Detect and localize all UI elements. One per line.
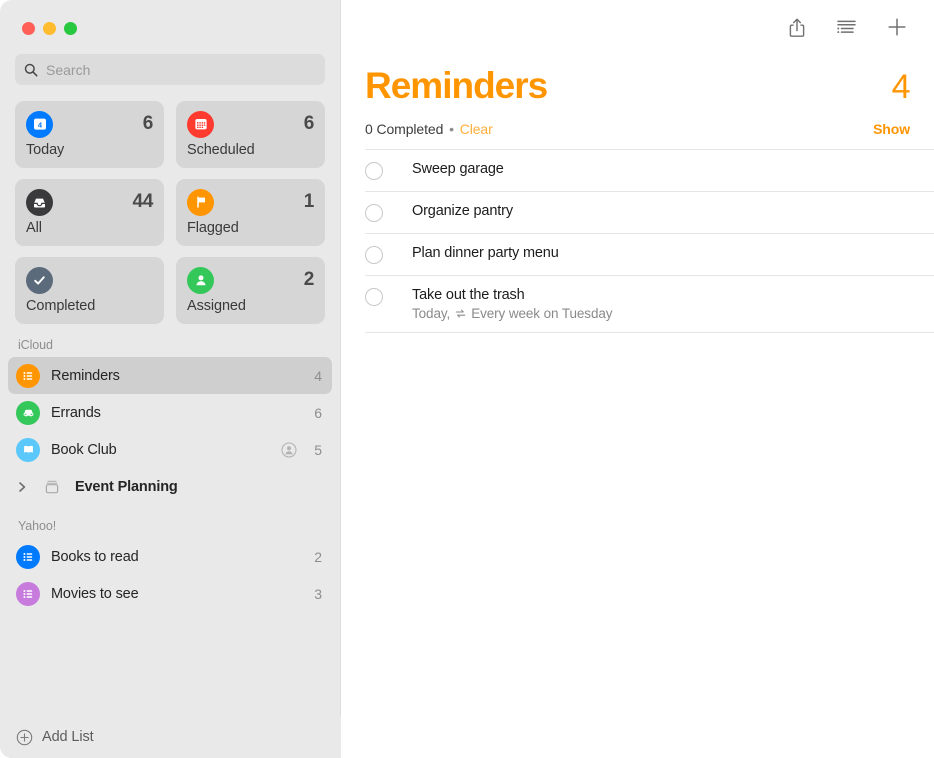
main-content: Reminders 4 0 Completed • Clear Show Swe… bbox=[341, 0, 934, 758]
book-icon bbox=[16, 438, 40, 462]
maximize-button[interactable] bbox=[64, 22, 77, 35]
smart-list-count: 1 bbox=[304, 191, 314, 213]
reminder-row[interactable]: Take out the trash Today, Every week on … bbox=[365, 275, 934, 333]
sidebar-item-label: Book Club bbox=[51, 442, 270, 458]
smart-list-count: 6 bbox=[143, 113, 153, 135]
add-list-label: Add List bbox=[42, 729, 94, 745]
smart-list-count: 44 bbox=[132, 191, 153, 213]
reminders-window: 4 6 Today bbox=[0, 0, 934, 758]
clear-button[interactable]: Clear bbox=[460, 121, 493, 137]
share-button[interactable] bbox=[784, 14, 810, 40]
smart-list-assigned[interactable]: 2 Assigned bbox=[176, 257, 325, 324]
reminder-title: Plan dinner party menu bbox=[412, 245, 559, 261]
group-folder-icon bbox=[40, 475, 64, 499]
show-completed-button[interactable]: Show bbox=[873, 121, 910, 137]
sidebar-item-books-to-read[interactable]: Books to read 2 bbox=[8, 538, 332, 575]
plus-circle-icon bbox=[16, 729, 33, 746]
page-title: Reminders bbox=[365, 67, 547, 104]
reminder-complete-circle[interactable] bbox=[365, 246, 383, 264]
reminder-complete-circle[interactable] bbox=[365, 288, 383, 306]
close-button[interactable] bbox=[22, 22, 35, 35]
smart-list-label: Scheduled bbox=[187, 142, 314, 158]
section-header-icloud: iCloud bbox=[0, 324, 340, 357]
reminder-title: Sweep garage bbox=[412, 161, 504, 177]
meta-separator: • bbox=[447, 121, 456, 137]
reminder-row[interactable]: Organize pantry bbox=[365, 191, 934, 233]
plus-icon bbox=[886, 16, 908, 38]
search-container bbox=[0, 54, 340, 85]
sidebar-item-count: 3 bbox=[314, 586, 322, 602]
smart-list-all[interactable]: 44 All bbox=[15, 179, 164, 246]
reminder-subtitle: Today, Every week on Tuesday bbox=[412, 306, 612, 321]
smart-list-label: Flagged bbox=[187, 220, 314, 236]
smart-list-label: Assigned bbox=[187, 298, 314, 314]
smart-list-completed[interactable]: Completed bbox=[15, 257, 164, 324]
completed-meta-row: 0 Completed • Clear Show bbox=[341, 104, 934, 137]
sidebar-item-label: Books to read bbox=[51, 549, 303, 565]
sidebar-item-label: Reminders bbox=[51, 368, 303, 384]
smart-list-label: All bbox=[26, 220, 153, 236]
search-input[interactable] bbox=[46, 62, 316, 78]
add-list-button[interactable]: Add List bbox=[0, 716, 341, 758]
list-header: Reminders 4 bbox=[341, 54, 934, 104]
sidebar-item-reminders[interactable]: Reminders 4 bbox=[8, 357, 332, 394]
share-icon bbox=[787, 17, 807, 38]
list-bullet-icon bbox=[16, 582, 40, 606]
smart-list-count: 6 bbox=[304, 113, 314, 135]
reminders-list: Sweep garage Organize pantry Plan dinner… bbox=[341, 149, 934, 333]
sidebar-item-label: Errands bbox=[51, 405, 303, 421]
sidebar-group-event-planning[interactable]: Event Planning bbox=[8, 468, 332, 505]
calendar-today-icon: 4 bbox=[26, 111, 53, 138]
car-icon bbox=[16, 401, 40, 425]
list-bullet-icon bbox=[16, 364, 40, 388]
sidebar-item-count: 6 bbox=[314, 405, 322, 421]
smart-list-count: 2 bbox=[304, 269, 314, 291]
list-total-count: 4 bbox=[892, 70, 910, 104]
sidebar-item-count: 5 bbox=[314, 442, 322, 458]
reminder-title: Organize pantry bbox=[412, 203, 513, 219]
reminder-due-date: Today, bbox=[412, 306, 450, 321]
completed-count-label: 0 Completed bbox=[365, 121, 443, 137]
minimize-button[interactable] bbox=[43, 22, 56, 35]
sidebar-group-label: Event Planning bbox=[75, 479, 311, 495]
toolbar bbox=[341, 0, 934, 54]
repeat-icon bbox=[454, 307, 467, 320]
calendar-icon bbox=[187, 111, 214, 138]
sidebar-item-count: 2 bbox=[314, 549, 322, 565]
smart-list-today[interactable]: 4 6 Today bbox=[15, 101, 164, 168]
inbox-tray-icon bbox=[26, 189, 53, 216]
search-field[interactable] bbox=[15, 54, 325, 85]
list-sort-icon bbox=[836, 18, 858, 36]
reminder-complete-circle[interactable] bbox=[365, 162, 383, 180]
window-controls bbox=[0, 0, 340, 54]
reminder-row[interactable]: Sweep garage bbox=[365, 149, 934, 191]
shared-person-icon bbox=[281, 442, 297, 458]
checkmark-circle-icon bbox=[26, 267, 53, 294]
smart-lists-grid: 4 6 Today bbox=[0, 85, 340, 324]
chevron-right-icon[interactable] bbox=[16, 481, 29, 493]
sidebar-item-movies-to-see[interactable]: Movies to see 3 bbox=[8, 575, 332, 612]
section-header-yahoo: Yahoo! bbox=[0, 505, 340, 538]
flag-icon bbox=[187, 189, 214, 216]
smart-list-flagged[interactable]: 1 Flagged bbox=[176, 179, 325, 246]
add-reminder-button[interactable] bbox=[884, 14, 910, 40]
reminder-title: Take out the trash bbox=[412, 287, 612, 303]
smart-list-scheduled[interactable]: 6 Scheduled bbox=[176, 101, 325, 168]
smart-list-label: Completed bbox=[26, 298, 153, 314]
reminder-repeat-text: Every week on Tuesday bbox=[471, 306, 612, 321]
sidebar-item-book-club[interactable]: Book Club 5 bbox=[8, 431, 332, 468]
sidebar-item-label: Movies to see bbox=[51, 586, 303, 602]
list-bullet-icon bbox=[16, 545, 40, 569]
person-icon bbox=[187, 267, 214, 294]
sidebar: 4 6 Today bbox=[0, 0, 341, 758]
sidebar-item-errands[interactable]: Errands 6 bbox=[8, 394, 332, 431]
sort-button[interactable] bbox=[834, 14, 860, 40]
sidebar-item-count: 4 bbox=[314, 368, 322, 384]
search-icon bbox=[24, 63, 38, 77]
reminder-complete-circle[interactable] bbox=[365, 204, 383, 222]
reminder-row[interactable]: Plan dinner party menu bbox=[365, 233, 934, 275]
smart-list-label: Today bbox=[26, 142, 153, 158]
